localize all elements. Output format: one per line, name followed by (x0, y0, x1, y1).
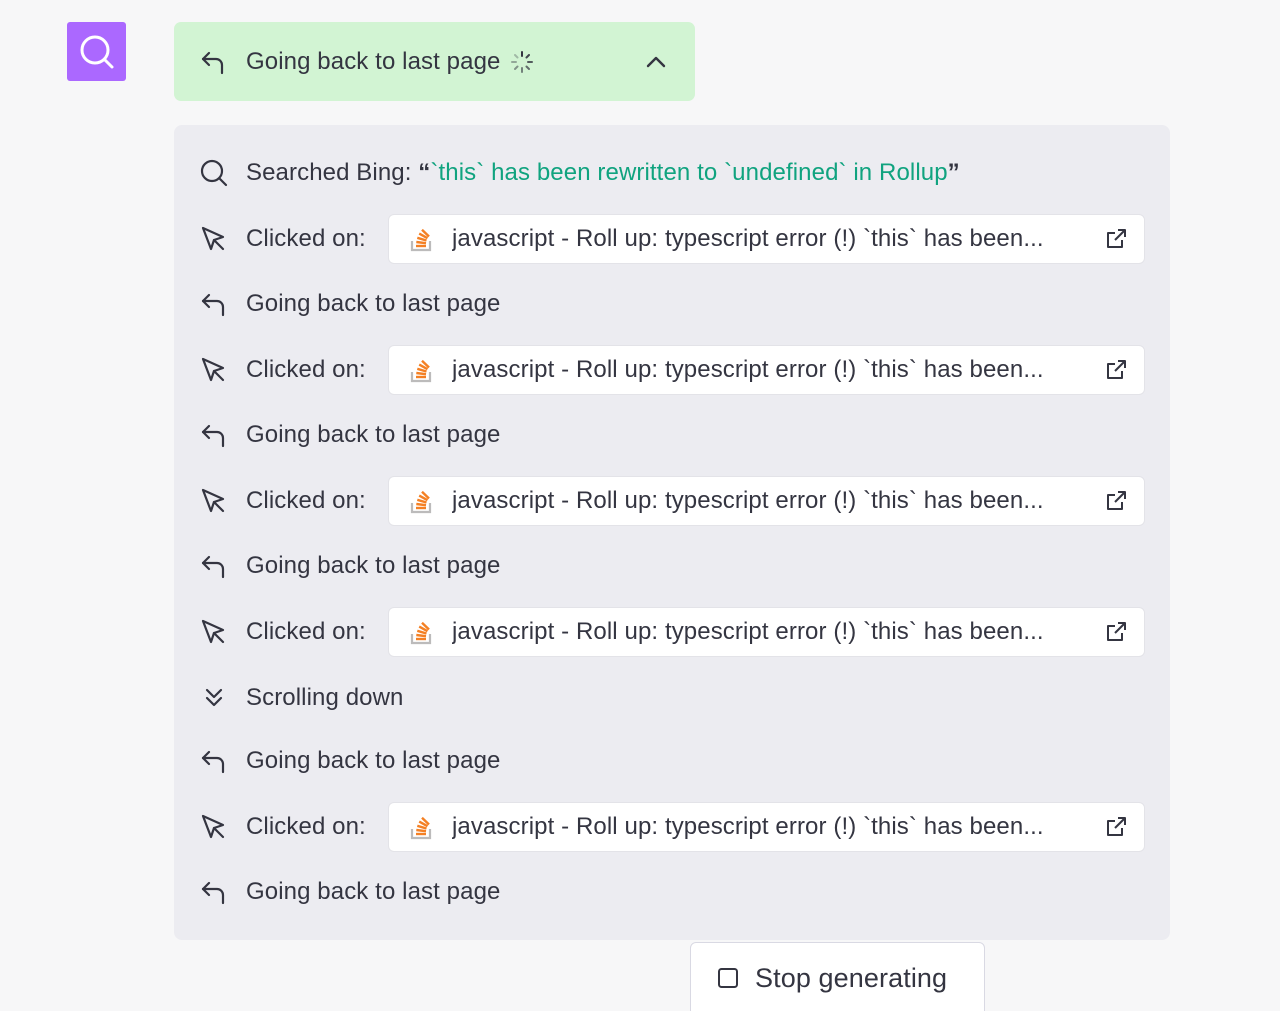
cursor-icon (199, 812, 229, 842)
link-title: javascript - Roll up: typescript error (… (452, 225, 1044, 252)
back-step-label: Going back to last page (246, 290, 501, 317)
click-step: Clicked on: (199, 476, 366, 526)
link-chip[interactable]: javascript - Roll up: typescript error (… (388, 802, 1145, 852)
back-step: Going back to last page (199, 736, 500, 786)
external-link-icon[interactable] (1104, 489, 1128, 513)
external-link-icon[interactable] (1104, 358, 1128, 382)
chevron-up-icon[interactable] (645, 51, 667, 73)
search-step-label: Searched Bing: “`this` has been rewritte… (246, 159, 960, 187)
search-prefix: Searched Bing: (246, 159, 419, 186)
search-step: Searched Bing: “`this` has been rewritte… (199, 148, 960, 198)
open-quote: “ (418, 159, 431, 186)
stackoverflow-icon (409, 618, 435, 646)
plugin-avatar (67, 22, 126, 81)
steps-panel: Searched Bing: “`this` has been rewritte… (174, 125, 1170, 940)
stop-square-icon (717, 967, 739, 989)
loading-spinner-icon (510, 50, 534, 74)
stop-generating-label: Stop generating (755, 963, 948, 993)
click-step-label: Clicked on: (246, 487, 366, 514)
return-arrow-icon (201, 51, 224, 74)
return-arrow-icon (199, 746, 229, 776)
back-step-label: Going back to last page (246, 747, 501, 774)
link-chip[interactable]: javascript - Roll up: typescript error (… (388, 607, 1145, 657)
external-link-icon[interactable] (1104, 227, 1128, 251)
return-arrow-icon (199, 551, 229, 581)
back-step-label: Going back to last page (246, 878, 501, 905)
close-quote: ” (947, 159, 960, 186)
click-step-label: Clicked on: (246, 813, 366, 840)
double-chevron-down-icon (199, 683, 229, 713)
link-title: javascript - Roll up: typescript error (… (452, 487, 1044, 514)
status-label: Going back to last page (246, 47, 501, 75)
click-step-label: Clicked on: (246, 225, 366, 252)
click-step: Clicked on: (199, 607, 366, 657)
link-chip[interactable]: javascript - Roll up: typescript error (… (388, 476, 1145, 526)
cursor-icon (199, 617, 229, 647)
link-title: javascript - Roll up: typescript error (… (452, 618, 1044, 645)
status-toggle[interactable]: Going back to last page (174, 22, 695, 101)
cursor-icon (199, 355, 229, 385)
link-title: javascript - Roll up: typescript error (… (452, 356, 1044, 383)
back-step-label: Going back to last page (246, 552, 501, 579)
search-query: `this` has been rewritten to `undefined`… (430, 159, 948, 186)
stop-generating-button[interactable]: Stop generating (690, 942, 985, 1011)
external-link-icon[interactable] (1104, 620, 1128, 644)
stackoverflow-icon (409, 487, 435, 515)
back-step: Going back to last page (199, 410, 500, 460)
link-chip[interactable]: javascript - Roll up: typescript error (… (388, 214, 1145, 264)
scroll-step: Scrolling down (199, 673, 403, 723)
back-step: Going back to last page (199, 867, 500, 917)
cursor-icon (199, 486, 229, 516)
click-step-label: Clicked on: (246, 618, 366, 645)
click-step: Clicked on: (199, 214, 366, 264)
return-arrow-icon (199, 289, 229, 319)
search-icon (80, 35, 113, 68)
search-icon (199, 158, 229, 188)
back-step: Going back to last page (199, 541, 500, 591)
return-arrow-icon (199, 420, 229, 450)
cursor-icon (199, 224, 229, 254)
stackoverflow-icon (409, 813, 435, 841)
return-arrow-icon (199, 877, 229, 907)
stackoverflow-icon (409, 225, 435, 253)
click-step: Clicked on: (199, 345, 366, 395)
link-title: javascript - Roll up: typescript error (… (452, 813, 1044, 840)
click-step-label: Clicked on: (246, 356, 366, 383)
back-step-label: Going back to last page (246, 421, 501, 448)
scroll-step-label: Scrolling down (246, 684, 404, 711)
back-step: Going back to last page (199, 279, 500, 329)
stackoverflow-icon (409, 356, 435, 384)
link-chip[interactable]: javascript - Roll up: typescript error (… (388, 345, 1145, 395)
external-link-icon[interactable] (1104, 815, 1128, 839)
click-step: Clicked on: (199, 802, 366, 852)
